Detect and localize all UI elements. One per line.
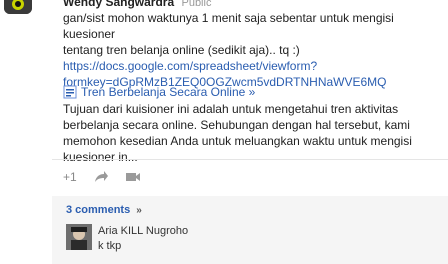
divider [52, 159, 448, 160]
left-rail [0, 0, 52, 264]
document-link-icon [63, 85, 77, 99]
comments-toggle[interactable]: 3 comments » [66, 204, 142, 216]
plus-one-button[interactable]: +1 [63, 170, 77, 184]
shared-link-title-text[interactable]: Tren Berbelanja Secara Online » [81, 85, 255, 99]
comments-section: 3 comments » Aria KILL Nugroho k tkp [52, 196, 448, 264]
comments-count[interactable]: 3 comments [66, 204, 130, 216]
post-author-name[interactable]: Wendy Sangwardra [63, 0, 174, 9]
share-arrow-icon[interactable] [93, 170, 109, 184]
comment-author[interactable]: Aria KILL Nugroho [98, 225, 188, 237]
post-visibility[interactable]: Public [181, 0, 211, 9]
post-text-line: gan/sist mohon waktunya 1 menit saja seb… [63, 11, 394, 41]
post-author[interactable]: Wendy Sangwardra Public [63, 0, 211, 9]
post-text-line: tentang tren belanja online (sedikit aja… [63, 43, 300, 57]
shared-link-title[interactable]: Tren Berbelanja Secara Online » [63, 85, 255, 99]
chevron-double-down-icon[interactable]: » [136, 205, 142, 216]
avatar[interactable] [66, 224, 92, 250]
author-avatar[interactable] [4, 0, 32, 14]
comment-text: k tkp [98, 240, 122, 252]
post-actions: +1 [63, 167, 141, 187]
shared-link-description: Tujuan dari kuisioner ini adalah untuk m… [63, 102, 412, 164]
post-body: gan/sist mohon waktunya 1 menit saja seb… [63, 10, 433, 90]
post-link[interactable]: https://docs.google.com/spreadsheet/view… [63, 59, 317, 73]
video-icon[interactable] [125, 171, 141, 183]
